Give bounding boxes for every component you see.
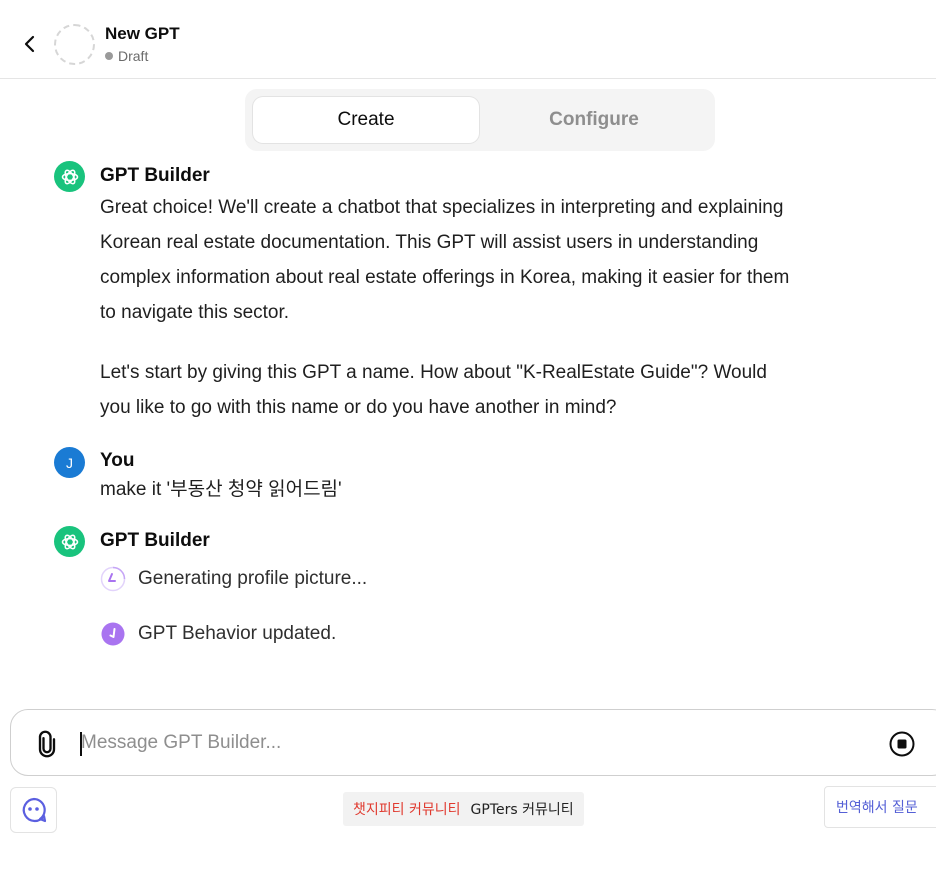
- status-generating-profile-picture: Generating profile picture...: [100, 566, 367, 592]
- status-dot-icon: [105, 52, 113, 60]
- gpt-builder-avatar: [54, 526, 85, 557]
- check-circle-icon: [100, 621, 126, 647]
- status-text: GPT Behavior updated.: [138, 623, 337, 644]
- community-links: 챗지피티 커뮤니티 GPTers 커뮤니티: [343, 792, 584, 826]
- tab-create[interactable]: Create: [253, 97, 479, 143]
- stop-generating-button[interactable]: [888, 730, 916, 758]
- mode-tabs: Create Configure: [245, 89, 715, 151]
- attach-file-button[interactable]: [33, 730, 61, 758]
- status-behavior-updated: GPT Behavior updated.: [100, 621, 336, 647]
- loading-spinner-icon: [100, 566, 126, 592]
- assistant-extension-button[interactable]: [10, 787, 57, 833]
- gpt-name: New GPT: [105, 24, 180, 43]
- tab-configure[interactable]: Configure: [481, 97, 707, 143]
- back-button[interactable]: [14, 28, 46, 60]
- chevron-left-icon: [24, 35, 35, 53]
- paperclip-icon: [38, 730, 56, 758]
- gpters-community-link[interactable]: GPTers 커뮤니티: [471, 799, 574, 819]
- user-message-text: make it '부동산 청약 읽어드림': [100, 479, 342, 500]
- message-author: You: [100, 450, 135, 471]
- user-avatar: J: [54, 447, 85, 478]
- message-author: GPT Builder: [100, 530, 210, 551]
- gpt-avatar-placeholder[interactable]: [54, 24, 95, 65]
- stop-circle-icon: [889, 731, 915, 757]
- translate-question-button[interactable]: 번역해서 질문: [824, 786, 936, 828]
- draft-status-label: Draft: [118, 48, 149, 64]
- gpt-builder-avatar: [54, 161, 85, 192]
- openai-logo-icon: [61, 534, 78, 549]
- message-paragraph: Great choice! We'll create a chatbot tha…: [100, 197, 790, 323]
- message-author: GPT Builder: [100, 165, 210, 186]
- chatgpt-community-link[interactable]: 챗지피티 커뮤니티: [353, 799, 461, 819]
- message-composer: [10, 709, 936, 776]
- openai-logo-icon: [61, 169, 78, 184]
- draft-status: Draft: [105, 48, 148, 64]
- status-text: Generating profile picture...: [138, 568, 368, 589]
- gpt-editor-header: New GPT Draft: [0, 0, 936, 79]
- message-input[interactable]: [81, 726, 861, 760]
- message-paragraph: Let's start by giving this GPT a name. H…: [100, 362, 767, 418]
- chat-face-icon: [22, 797, 46, 823]
